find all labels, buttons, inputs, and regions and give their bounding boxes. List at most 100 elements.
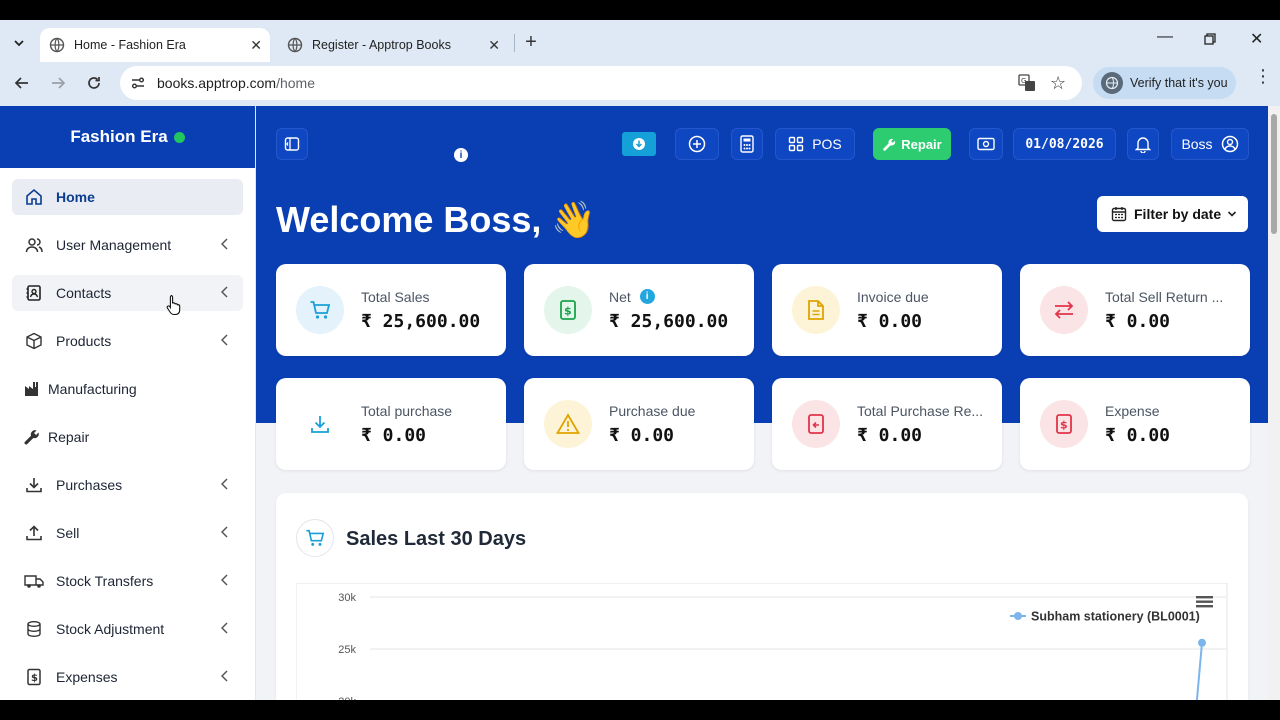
chart-legend[interactable]: Subham stationery (BL0001) — [1010, 610, 1200, 624]
download-icon — [24, 475, 44, 495]
sidebar-item-label: Stock Transfers — [56, 573, 154, 589]
close-window-icon[interactable]: ✕ — [1250, 29, 1263, 49]
dollar-file-icon: $ — [1040, 400, 1088, 448]
chart-menu-icon[interactable] — [1196, 596, 1213, 608]
stat-card-net[interactable]: $ Net i ₹ 25,600.00 — [524, 264, 754, 356]
sidebar-item-user-management[interactable]: User Management — [12, 227, 243, 263]
info-icon[interactable]: i — [454, 148, 468, 162]
back-icon[interactable] — [11, 72, 33, 94]
sidebar-item-stock-adjustment[interactable]: Stock Adjustment — [12, 611, 243, 647]
bookmark-star-icon[interactable]: ☆ — [1050, 73, 1066, 94]
sidebar-item-contacts[interactable]: Contacts — [12, 275, 243, 311]
chevron-down-icon — [1228, 211, 1237, 217]
upload-icon — [24, 523, 44, 543]
app-root: Fashion Era Home User Management Contact… — [0, 106, 1268, 700]
legend-marker — [1014, 612, 1022, 620]
translate-icon[interactable]: G — [1018, 74, 1036, 95]
stat-label: Expense — [1105, 403, 1160, 419]
sidebar-item-manufacturing[interactable]: Manufacturing — [12, 371, 243, 407]
money-bill-icon — [977, 137, 995, 151]
stat-card-total-purchase-return[interactable]: Total Purchase Re... ₹ 0.00 — [772, 378, 1002, 470]
y-axis-grid: 30k 25k 20k — [338, 592, 1226, 700]
minimize-icon[interactable]: — — [1157, 28, 1173, 46]
stat-card-invoice-due[interactable]: Invoice due ₹ 0.00 — [772, 264, 1002, 356]
user-name: Boss — [1181, 136, 1213, 152]
stat-card-purchase-due[interactable]: Purchase due ₹ 0.00 — [524, 378, 754, 470]
download-app-button[interactable] — [622, 132, 656, 156]
stat-value: ₹ 0.00 — [361, 425, 427, 446]
stat-value: ₹ 25,600.00 — [609, 311, 729, 332]
legend-label: Subham stationery (BL0001) — [1031, 610, 1200, 624]
info-icon[interactable]: i — [639, 289, 655, 304]
close-tab-icon[interactable]: ✕ — [250, 37, 262, 54]
chevron-left-icon — [221, 478, 228, 490]
reload-icon[interactable] — [83, 72, 105, 94]
database-icon — [24, 619, 44, 639]
pos-button[interactable]: POS — [775, 128, 855, 160]
chevron-left-icon — [221, 334, 228, 346]
browser-menu-icon[interactable]: ⋮ — [1254, 67, 1272, 85]
date-display[interactable]: 01/08/2026 — [1013, 128, 1116, 160]
stat-card-total-sell-return[interactable]: Total Sell Return ... ₹ 0.00 — [1020, 264, 1250, 356]
sidebar-item-label: Expenses — [56, 669, 118, 685]
add-new-button[interactable] — [675, 128, 719, 160]
stat-label: Total Sell Return ... — [1105, 289, 1224, 305]
new-tab-icon[interactable]: + — [520, 31, 542, 53]
tab-register-apptrop[interactable]: Register - Apptrop Books ✕ — [278, 28, 508, 62]
series-line — [1195, 642, 1203, 700]
tab-home-fashion-era[interactable]: Home - Fashion Era ✕ — [40, 28, 270, 62]
sidebar-item-sell[interactable]: Sell — [12, 515, 243, 551]
address-bar[interactable]: books.apptrop.com/home G ☆ — [120, 66, 1082, 100]
verify-identity-button[interactable]: Verify that it's you — [1093, 67, 1236, 99]
stat-label: Purchase due — [609, 403, 696, 419]
tab-search-button[interactable] — [8, 32, 30, 54]
file-icon — [792, 286, 840, 334]
users-icon — [24, 235, 44, 255]
online-status-dot — [173, 131, 185, 143]
stat-value: ₹ 0.00 — [857, 425, 923, 446]
notifications-button[interactable] — [1127, 128, 1159, 160]
mouse-cursor-hand-icon — [166, 294, 181, 316]
wrench-icon — [883, 138, 896, 151]
grid-icon — [789, 136, 804, 152]
tab-title: Home - Fashion Era — [74, 38, 186, 52]
chevron-left-icon — [221, 238, 228, 250]
calculator-icon — [740, 135, 754, 153]
welcome-heading: Welcome Boss, 👋 — [276, 199, 597, 240]
stat-card-expense[interactable]: $ Expense ₹ 0.00 — [1020, 378, 1250, 470]
stat-card-total-purchase[interactable]: Total purchase ₹ 0.00 — [276, 378, 506, 470]
sidebar-item-expenses[interactable]: $ Expenses — [12, 659, 243, 695]
chevron-left-icon — [221, 286, 228, 298]
scrollbar-thumb[interactable] — [1271, 114, 1277, 234]
svg-text:G: G — [1021, 77, 1026, 85]
sidebar: Fashion Era Home User Management Contact… — [0, 106, 256, 700]
sidebar-item-purchases[interactable]: Purchases — [12, 467, 243, 503]
user-menu-button[interactable]: Boss — [1171, 128, 1249, 160]
filter-by-date-button[interactable]: Filter by date — [1097, 196, 1248, 232]
svg-text:$: $ — [31, 673, 38, 684]
forward-icon[interactable] — [47, 72, 69, 94]
sidebar-item-label: User Management — [56, 237, 172, 253]
stat-card-total-sales[interactable]: Total Sales ₹ 25,600.00 — [276, 264, 506, 356]
plus-circle-icon — [688, 135, 706, 153]
series-point-last[interactable] — [1198, 638, 1206, 647]
sidebar-item-stock-transfers[interactable]: Stock Transfers — [12, 563, 243, 599]
sidebar-item-repair[interactable]: Repair — [12, 419, 243, 455]
contacts-icon — [24, 283, 44, 303]
sidebar-item-products[interactable]: Products — [12, 323, 243, 359]
sidebar-item-home[interactable]: Home — [12, 179, 243, 215]
restore-icon[interactable] — [1204, 32, 1216, 45]
repair-button[interactable]: Repair — [873, 128, 951, 160]
close-tab-icon[interactable]: ✕ — [488, 37, 500, 54]
site-settings-icon[interactable] — [130, 75, 146, 91]
url-path: /home — [276, 75, 315, 91]
chevron-left-icon — [221, 526, 228, 538]
money-icon: $ — [544, 286, 592, 334]
page-scrollbar[interactable] — [1268, 106, 1280, 700]
home-icon — [24, 187, 44, 207]
toggle-sidebar-button[interactable] — [276, 128, 308, 160]
sales-chart-card: Sales Last 30 Days 30k 25k 20k Subham stat… — [276, 493, 1248, 700]
filter-label: Filter by date — [1134, 206, 1222, 222]
calculator-button[interactable] — [731, 128, 763, 160]
cash-register-button[interactable] — [969, 128, 1003, 160]
